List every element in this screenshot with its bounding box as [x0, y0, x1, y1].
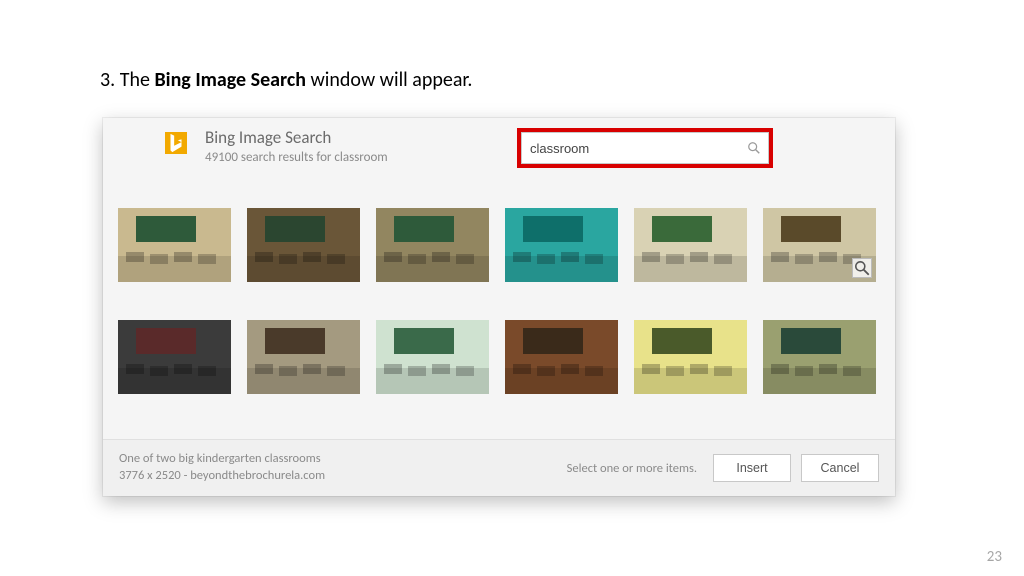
window-title: Bing Image Search	[205, 128, 388, 148]
result-thumbnail[interactable]	[376, 208, 489, 282]
step-text-prefix: The	[120, 68, 155, 92]
selection-hint: Select one or more items.	[567, 461, 697, 476]
result-count: 49100 search results for classroom	[205, 150, 388, 165]
result-thumbnail[interactable]	[247, 208, 360, 282]
cancel-button[interactable]: Cancel	[801, 454, 879, 482]
step-text-suffix: window will appear.	[306, 68, 472, 92]
result-thumbnail[interactable]	[634, 208, 747, 282]
bing-logo-icon	[165, 132, 187, 154]
window-footer: One of two big kindergarten classrooms 3…	[103, 439, 895, 496]
results-grid	[118, 208, 880, 394]
result-thumbnail[interactable]	[505, 208, 618, 282]
step-caption: 3. The Bing Image Search window will app…	[100, 68, 472, 92]
result-thumbnail[interactable]	[247, 320, 360, 394]
selection-meta: 3776 x 2520 - beyondthebrochurela.com	[119, 468, 325, 485]
result-thumbnail[interactable]	[118, 208, 231, 282]
result-thumbnail[interactable]	[118, 320, 231, 394]
result-thumbnail[interactable]	[505, 320, 618, 394]
insert-button[interactable]: Insert	[713, 454, 791, 482]
result-thumbnail[interactable]	[376, 320, 489, 394]
result-thumbnail[interactable]	[763, 208, 876, 282]
magnify-icon[interactable]	[852, 258, 872, 278]
result-thumbnail[interactable]	[763, 320, 876, 394]
bing-image-search-window: Bing Image Search 49100 search results f…	[103, 118, 895, 496]
selection-info: One of two big kindergarten classrooms 3…	[119, 451, 325, 485]
step-text-bold: Bing Image Search	[154, 68, 306, 92]
step-number: 3.	[100, 68, 115, 92]
page-number: 23	[987, 548, 1002, 566]
results-row	[118, 320, 880, 394]
result-thumbnail[interactable]	[634, 320, 747, 394]
selection-title: One of two big kindergarten classrooms	[119, 451, 325, 468]
search-input[interactable]	[521, 132, 769, 164]
results-row	[118, 208, 880, 282]
window-header: Bing Image Search 49100 search results f…	[103, 118, 895, 198]
search-box-highlight	[517, 128, 773, 168]
